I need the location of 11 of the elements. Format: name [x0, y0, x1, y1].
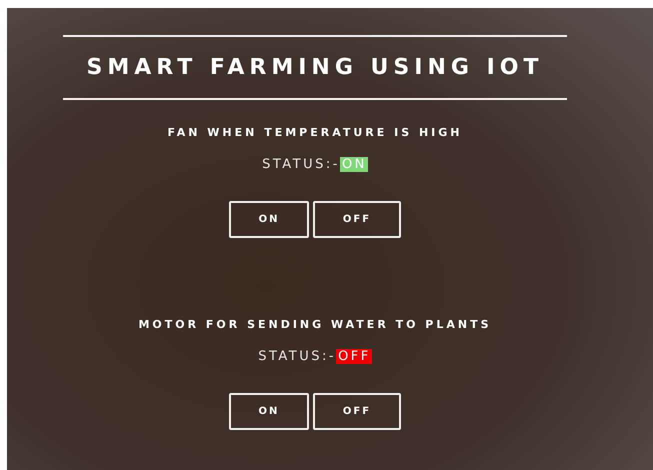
device-title: FAN WHEN TEMPERATURE IS HIGH	[168, 126, 462, 139]
toggle-button[interactable]: OFF	[312, 393, 401, 430]
toggle-button[interactable]: ON	[229, 201, 309, 238]
status-label: STATUS:-	[258, 349, 336, 364]
toggle-button[interactable]: OFF	[313, 201, 401, 238]
device-title: MOTOR FOR SENDING WATER TO PLANTS	[138, 318, 492, 331]
page-title: SMART FARMING USING IOT	[86, 55, 544, 80]
toggle-button[interactable]: ON	[228, 393, 309, 430]
status-value: ON	[340, 157, 368, 172]
status-label: STATUS:-	[262, 157, 340, 172]
status-value: OFF	[336, 349, 372, 364]
